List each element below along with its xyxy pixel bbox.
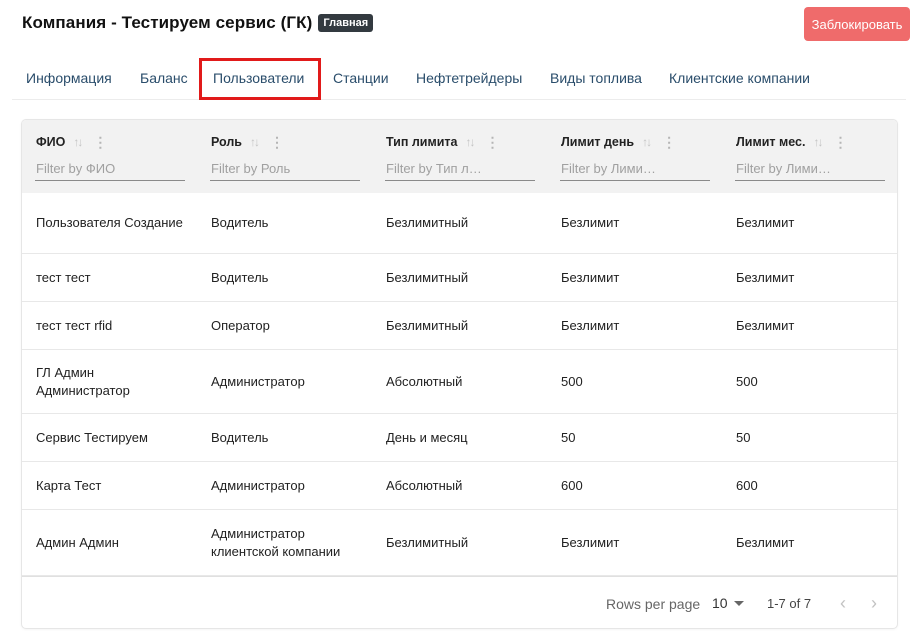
sort-icon[interactable]: ↑↓	[250, 135, 260, 149]
column-label[interactable]: ФИО	[36, 135, 65, 149]
rows-per-page-label: Rows per page	[606, 596, 701, 612]
filter-fio-input[interactable]	[35, 157, 185, 181]
table-footer: Rows per page 10 1-7 of 7 ‹ ›	[22, 576, 897, 628]
column-menu-icon[interactable]: ⋮	[270, 135, 284, 149]
cell-limit-type: Безлимитный	[386, 269, 469, 285]
cell-limit-type: Абсолютный	[386, 373, 463, 389]
cell-fio: тест тест rfid	[36, 317, 113, 333]
tab-info[interactable]: Информация	[26, 70, 112, 86]
filter-role-input[interactable]	[210, 157, 360, 181]
prev-page-icon[interactable]: ‹	[834, 593, 852, 613]
cell-role: Оператор	[211, 317, 270, 333]
table-row[interactable]: Карта Тест Администратор Абсолютный 600 …	[22, 462, 897, 510]
cell-limit-month: Безлимит	[736, 269, 795, 285]
cell-limit-month: Безлимит	[736, 534, 795, 550]
cell-limit-day: 500	[561, 373, 583, 389]
column-label[interactable]: Роль	[211, 135, 242, 149]
cell-role: Водитель	[211, 215, 269, 230]
sort-icon[interactable]: ↑↓	[813, 135, 823, 149]
column-header-fio: ФИО ↑↓ ⋮	[22, 120, 197, 193]
cell-fio: Пользователя Создание	[36, 215, 183, 230]
filter-limit-month-input[interactable]	[735, 157, 885, 181]
column-header-role: Роль ↑↓ ⋮	[197, 120, 372, 193]
column-menu-icon[interactable]: ⋮	[662, 135, 676, 149]
cell-limit-type: Безлимитный	[386, 215, 469, 230]
cell-role: Администратор клиентской компании	[211, 525, 341, 559]
tab-stations[interactable]: Станции	[333, 70, 389, 86]
page-info: 1-7 of 7	[767, 596, 812, 611]
page-title: Компания - Тестируем сервис (ГК)	[22, 13, 313, 32]
column-header-limit-month: Лимит мес. ↑↓ ⋮	[722, 120, 897, 193]
column-menu-icon[interactable]: ⋮	[486, 135, 500, 149]
cell-fio: Админ Админ	[36, 534, 119, 550]
column-label[interactable]: Тип лимита	[386, 135, 458, 149]
cell-limit-type: Абсолютный	[386, 477, 463, 493]
sort-icon[interactable]: ↑↓	[73, 135, 83, 149]
column-menu-icon[interactable]: ⋮	[93, 135, 107, 149]
cell-limit-month: 50	[736, 429, 751, 445]
cell-limit-day: Безлимит	[561, 269, 620, 285]
sort-icon[interactable]: ↑↓	[466, 135, 476, 149]
sort-icon[interactable]: ↑↓	[642, 135, 652, 149]
rows-per-page-value: 10	[712, 595, 728, 611]
cell-role: Водитель	[211, 269, 269, 285]
caret-down-icon	[733, 600, 744, 606]
column-label[interactable]: Лимит день	[561, 135, 634, 149]
tabs-bar: Информация Баланс Пользователи Станции Н…	[12, 58, 906, 100]
next-page-icon[interactable]: ›	[865, 593, 883, 613]
column-menu-icon[interactable]: ⋮	[833, 135, 847, 149]
active-tab-highlight	[199, 58, 321, 100]
cell-fio: Сервис Тестируем	[36, 429, 148, 445]
cell-limit-day: Безлимит	[561, 534, 620, 550]
tab-client-companies[interactable]: Клиентские компании	[669, 70, 810, 86]
table-row[interactable]: Админ Админ Администратор клиентской ком…	[22, 510, 897, 576]
column-header-limit-day: Лимит день ↑↓ ⋮	[547, 120, 722, 193]
cell-limit-month: 600	[736, 477, 758, 493]
table-row[interactable]: тест тест Водитель Безлимитный Безлимит …	[22, 254, 897, 302]
cell-limit-day: Безлимит	[561, 317, 620, 333]
table-header: ФИО ↑↓ ⋮ Роль ↑↓ ⋮ Тип лимита ↑↓ ⋮	[22, 120, 897, 193]
users-table: ФИО ↑↓ ⋮ Роль ↑↓ ⋮ Тип лимита ↑↓ ⋮	[22, 120, 897, 628]
rows-per-page-select[interactable]: 10	[712, 595, 744, 611]
cell-limit-type: День и месяц	[386, 429, 468, 445]
table-row[interactable]: тест тест rfid Оператор Безлимитный Безл…	[22, 302, 897, 350]
table-row[interactable]: Сервис Тестируем Водитель День и месяц 5…	[22, 414, 897, 462]
cell-limit-type: Безлимитный	[386, 317, 469, 333]
cell-limit-month: Безлимит	[736, 215, 795, 230]
cell-role: Водитель	[211, 429, 269, 445]
cell-limit-month: Безлимит	[736, 317, 795, 333]
filter-limit-day-input[interactable]	[560, 157, 710, 181]
cell-fio: Карта Тест	[36, 477, 102, 493]
table-row[interactable]: Пользователя Создание Водитель Безлимитн…	[22, 193, 897, 254]
filter-limit-type-input[interactable]	[385, 157, 535, 181]
cell-limit-type: Безлимитный	[386, 534, 469, 550]
cell-fio: тест тест	[36, 269, 91, 285]
column-label[interactable]: Лимит мес.	[736, 135, 805, 149]
block-button[interactable]: Заблокировать	[804, 7, 910, 41]
cell-fio: ГЛ Админ Администратор	[36, 364, 130, 398]
main-badge: Главная	[318, 14, 374, 32]
cell-limit-day: Безлимит	[561, 215, 620, 230]
tab-oil-traders[interactable]: Нефтетрейдеры	[416, 70, 522, 86]
cell-limit-day: 600	[561, 477, 583, 493]
tab-balance[interactable]: Баланс	[140, 70, 188, 86]
column-header-limit-type: Тип лимита ↑↓ ⋮	[372, 120, 547, 193]
header: Компания - Тестируем сервис (ГК) Главная	[22, 13, 374, 33]
cell-limit-month: 500	[736, 373, 758, 389]
cell-role: Администратор	[211, 373, 305, 389]
table-row[interactable]: ГЛ Админ Администратор Администратор Абс…	[22, 350, 897, 414]
cell-limit-day: 50	[561, 429, 576, 445]
cell-role: Администратор	[211, 477, 305, 493]
tab-fuel-types[interactable]: Виды топлива	[550, 70, 642, 86]
